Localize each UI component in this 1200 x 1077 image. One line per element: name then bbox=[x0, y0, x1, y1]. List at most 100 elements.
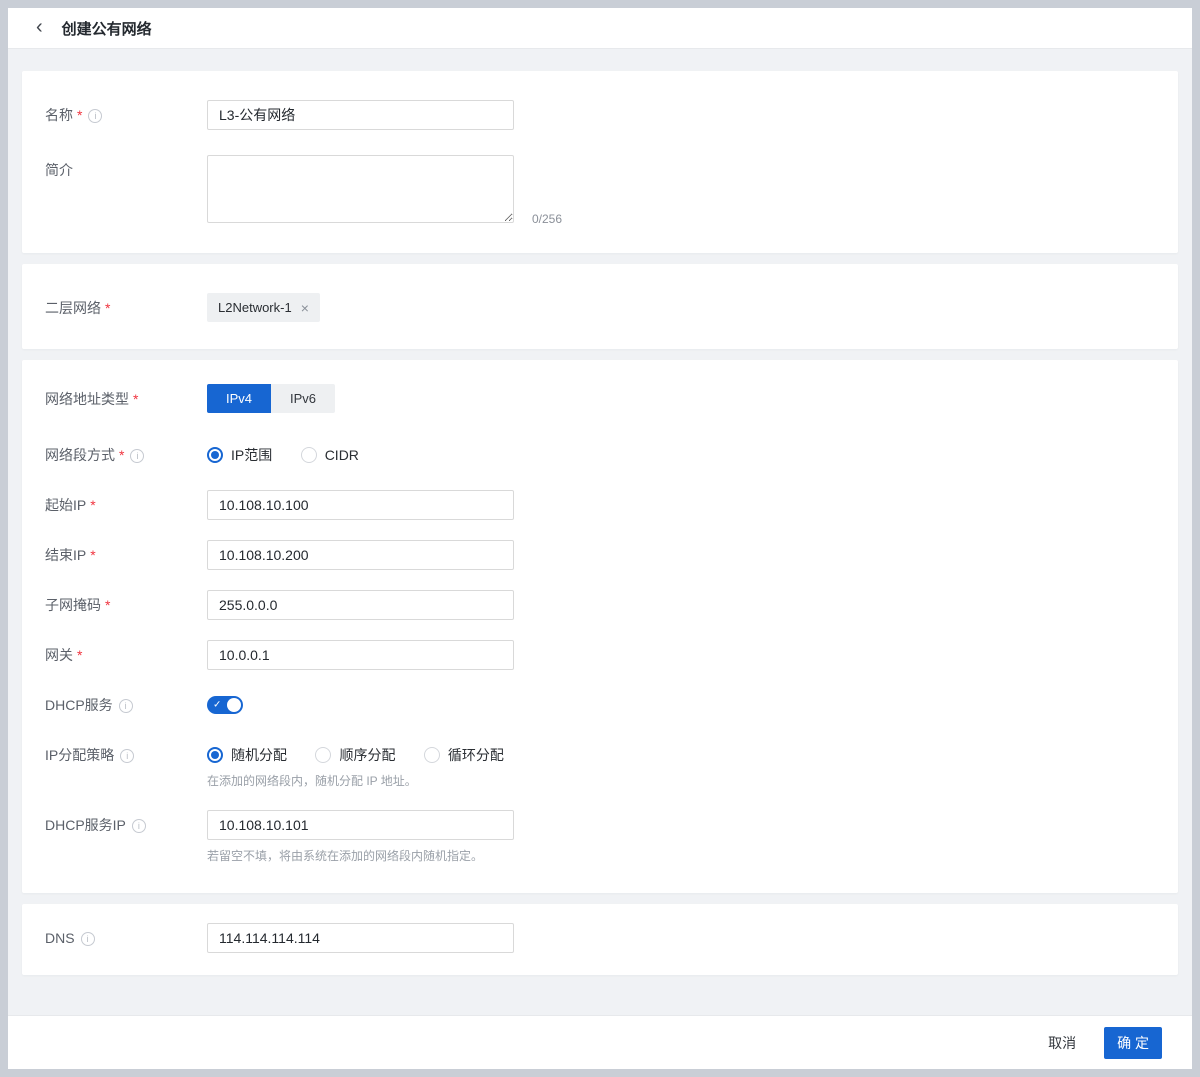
required-marker: * bbox=[119, 447, 125, 463]
field-row-dns: DNS i bbox=[45, 923, 1148, 953]
info-icon[interactable]: i bbox=[118, 699, 133, 713]
field-row-description: 简介 0/256 bbox=[45, 155, 1148, 228]
dhcp-service-control: ✓ bbox=[207, 690, 1148, 720]
alloc-strategy-label-text: IP分配策略 bbox=[45, 747, 115, 763]
card-l2-network: 二层网络 * L2Network-1 × bbox=[22, 264, 1178, 349]
field-row-name: 名称 * i bbox=[45, 100, 1148, 130]
radio-ip-range[interactable]: IP范围 bbox=[207, 440, 272, 470]
radio-roundrobin-alloc[interactable]: 循环分配 bbox=[423, 740, 504, 770]
required-marker: * bbox=[77, 647, 83, 663]
l2-network-control: L2Network-1 × bbox=[207, 293, 1148, 323]
start-ip-control bbox=[207, 490, 1148, 520]
end-ip-input[interactable] bbox=[207, 540, 514, 570]
dns-label-text: DNS bbox=[45, 930, 75, 946]
description-label-text: 简介 bbox=[45, 162, 73, 178]
radio-dot bbox=[300, 447, 317, 463]
cancel-button[interactable]: 取消 bbox=[1048, 1033, 1076, 1053]
radio-label: 顺序分配 bbox=[339, 747, 396, 763]
required-marker: * bbox=[105, 597, 111, 613]
netmask-input[interactable] bbox=[207, 590, 514, 620]
dhcp-service-label: DHCP服务 i bbox=[45, 690, 207, 720]
alloc-strategy-helper: 在添加的网络段内，随机分配 IP 地址。 bbox=[207, 774, 417, 788]
radio-label: 随机分配 bbox=[231, 747, 287, 763]
dhcp-server-ip-label: DHCP服务IP i bbox=[45, 810, 207, 865]
field-row-start-ip: 起始IP * bbox=[45, 490, 1148, 520]
field-row-ip-version: 网络地址类型 * IPv4 IPv6 bbox=[45, 384, 1148, 414]
name-control bbox=[207, 100, 1148, 130]
netmask-label: 子网掩码 * bbox=[45, 590, 207, 620]
l2-network-tag-label: L2Network-1 bbox=[218, 300, 292, 315]
dhcp-server-ip-label-text: DHCP服务IP bbox=[45, 817, 126, 833]
ip-version-control: IPv4 IPv6 bbox=[207, 384, 1148, 414]
radio-dot bbox=[315, 747, 332, 763]
field-row-dhcp-server-ip: DHCP服务IP i 若留空不填，将由系统在添加的网络段内随机指定。 bbox=[45, 810, 1148, 865]
description-label: 简介 bbox=[45, 155, 207, 228]
field-row-netmask: 子网掩码 * bbox=[45, 590, 1148, 620]
dns-input[interactable] bbox=[207, 923, 514, 953]
gateway-label-text: 网关 bbox=[45, 647, 73, 663]
required-marker: * bbox=[90, 547, 96, 563]
dhcp-toggle[interactable]: ✓ bbox=[207, 696, 243, 714]
description-control: 0/256 bbox=[207, 155, 1148, 228]
radio-label: 循环分配 bbox=[447, 747, 504, 763]
dhcp-service-label-text: DHCP服务 bbox=[45, 697, 113, 713]
ip-version-label: 网络地址类型 * bbox=[45, 384, 207, 414]
dhcp-server-ip-control: 若留空不填，将由系统在添加的网络段内随机指定。 bbox=[207, 810, 1148, 865]
required-marker: * bbox=[133, 391, 139, 407]
description-textarea[interactable] bbox=[207, 155, 514, 223]
radio-random-alloc[interactable]: 随机分配 bbox=[207, 740, 287, 770]
info-icon[interactable]: i bbox=[130, 449, 145, 463]
l2-network-label-text: 二层网络 bbox=[45, 300, 101, 316]
start-ip-label-text: 起始IP bbox=[45, 497, 87, 513]
info-icon[interactable]: i bbox=[80, 932, 95, 946]
netmask-label-text: 子网掩码 bbox=[45, 597, 101, 613]
form-body: 名称*i 简介 0/256 bbox=[8, 49, 1192, 1015]
gateway-control bbox=[207, 640, 1148, 670]
l2-network-label: 二层网络 * bbox=[45, 293, 207, 323]
dns-control bbox=[207, 923, 1148, 953]
remove-icon[interactable]: × bbox=[301, 301, 309, 315]
radio-cidr[interactable]: CIDR bbox=[300, 440, 359, 470]
info-icon[interactable]: i bbox=[120, 749, 135, 763]
gateway-input[interactable] bbox=[207, 640, 514, 670]
ip-version-segment: IPv4 IPv6 bbox=[207, 384, 335, 413]
end-ip-control bbox=[207, 540, 1148, 570]
start-ip-label: 起始IP * bbox=[45, 490, 207, 520]
gateway-label: 网关 * bbox=[45, 640, 207, 670]
radio-sequential-alloc[interactable]: 顺序分配 bbox=[315, 740, 395, 770]
required-marker: * bbox=[105, 300, 111, 316]
radio-label: CIDR bbox=[324, 447, 359, 463]
dns-label: DNS i bbox=[45, 923, 207, 953]
segment-mode-label-text: 网络段方式 bbox=[45, 447, 115, 463]
field-row-l2-network: 二层网络 * L2Network-1 × bbox=[45, 293, 1148, 323]
required-marker: * bbox=[90, 497, 96, 513]
ip-version-label-text: 网络地址类型 bbox=[45, 391, 129, 407]
segment-mode-control: IP范围 CIDR bbox=[207, 440, 1148, 470]
page-title: 创建公有网络 bbox=[61, 20, 152, 38]
ipv4-button[interactable]: IPv4 bbox=[207, 384, 271, 413]
confirm-button[interactable]: 确 定 bbox=[1104, 1026, 1162, 1059]
start-ip-input[interactable] bbox=[207, 490, 514, 520]
name-input[interactable] bbox=[207, 100, 514, 130]
segment-mode-label: 网络段方式 * i bbox=[45, 440, 207, 470]
card-dns: DNS i bbox=[22, 904, 1178, 975]
radio-dot bbox=[207, 447, 223, 463]
name-label-text: 名称 bbox=[45, 107, 73, 123]
name-label: 名称 * i bbox=[45, 100, 207, 130]
screen: ‹ 创建公有网络 名称*i 简介 bbox=[0, 0, 1200, 1077]
back-icon[interactable]: ‹ bbox=[36, 17, 43, 37]
info-icon[interactable]: i bbox=[88, 109, 103, 123]
dhcp-server-ip-helper: 若留空不填，将由系统在添加的网络段内随机指定。 bbox=[207, 849, 484, 863]
titlebar: ‹ 创建公有网络 bbox=[8, 8, 1192, 49]
create-public-network-page: ‹ 创建公有网络 名称*i 简介 bbox=[8, 8, 1192, 1069]
required-marker: * bbox=[77, 107, 83, 123]
info-icon[interactable]: i bbox=[131, 819, 146, 833]
field-row-alloc-strategy: IP分配策略 i 随机分配 顺序分配 循环分配 在添加的网络段内，随机分配 IP… bbox=[45, 740, 1148, 790]
field-row-end-ip: 结束IP * bbox=[45, 540, 1148, 570]
radio-dot bbox=[423, 747, 440, 763]
end-ip-label-text: 结束IP bbox=[45, 547, 87, 563]
l2-network-tag[interactable]: L2Network-1 × bbox=[207, 293, 320, 322]
toggle-knob bbox=[227, 698, 241, 712]
dhcp-server-ip-input[interactable] bbox=[207, 810, 514, 840]
ipv6-button[interactable]: IPv6 bbox=[271, 384, 335, 413]
